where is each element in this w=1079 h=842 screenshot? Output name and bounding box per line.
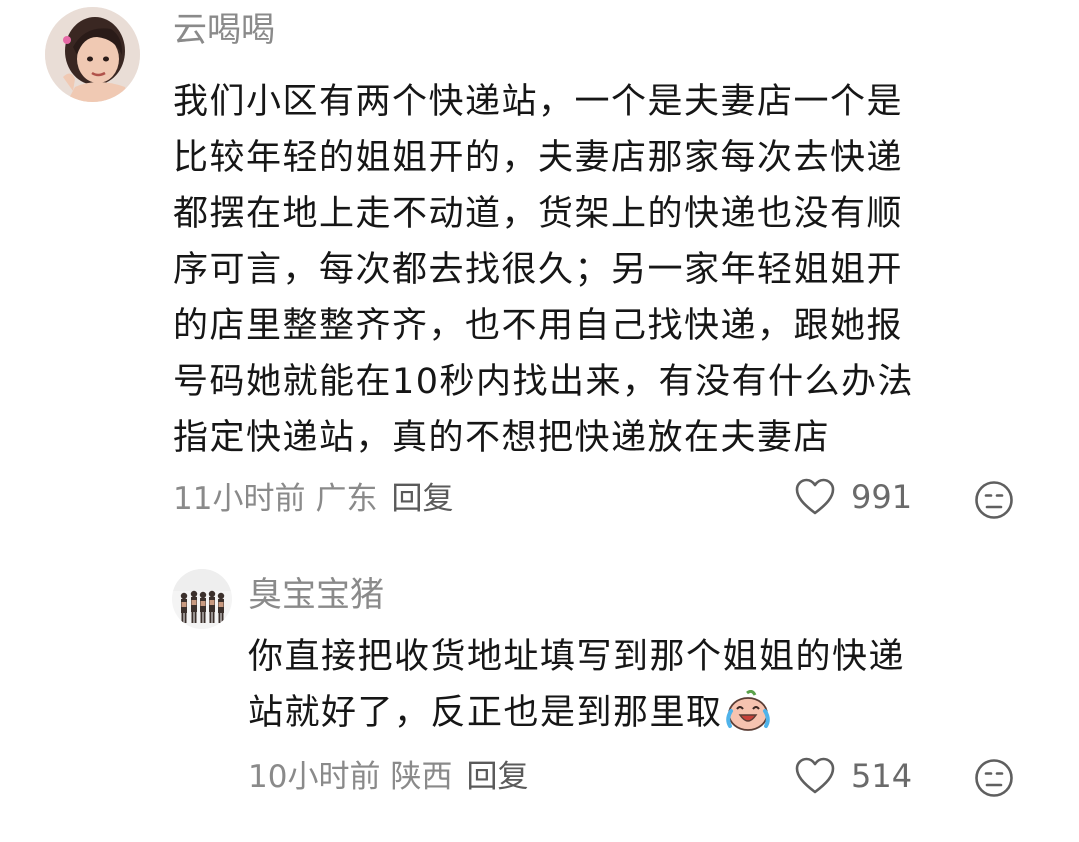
reply-button[interactable]: 回复 — [466, 759, 528, 795]
comment-time: 11小时前 — [173, 481, 306, 517]
username[interactable]: 臭宝宝猪 — [248, 575, 384, 615]
comment-line: 号码她就能在10秒内找出来，有没有什么办法 — [173, 362, 915, 402]
comment-thread: 云喝喝 我们小区有两个快递站，一个是夫妻店一个是 比较年轻的姐姐开的，夫妻店那家… — [0, 0, 1079, 842]
comment-location: 陕西 — [390, 759, 453, 795]
comment-location: 广东 — [315, 481, 378, 517]
frown-face-icon — [975, 759, 1013, 797]
user-avatar[interactable] — [172, 569, 232, 629]
comment-line: 序可言，每次都去找很久；另一家年轻姐姐开 — [173, 250, 904, 290]
laugh-cry-sticker-icon — [725, 690, 770, 731]
frown-face-icon — [975, 481, 1013, 519]
group-photo-avatar-icon — [172, 569, 232, 629]
comment-meta: 10小时前 陕西 回复 — [248, 757, 528, 797]
comment-line: 我们小区有两个快递站，一个是夫妻店一个是 — [173, 82, 904, 122]
like-count: 514 — [851, 757, 913, 795]
username[interactable]: 云喝喝 — [173, 10, 275, 50]
comment-line: 指定快递站，真的不想把快递放在夫妻店 — [173, 418, 831, 458]
comment-line: 的店里整整齐齐，也不用自己找快递，跟她报 — [173, 306, 904, 346]
heart-outline-icon — [795, 757, 835, 794]
dislike-button[interactable] — [974, 758, 1014, 798]
reply-button[interactable]: 回复 — [391, 481, 453, 517]
girl-avatar-icon — [45, 7, 140, 102]
reply-comment-item: 臭宝宝猪 你直接把收货地址填写到那个姐姐的快递 站就好了，反正也是到那里取 10… — [0, 560, 1079, 842]
comment-text[interactable]: 你直接把收货地址填写到那个姐姐的快递 站就好了，反正也是到那里取 — [248, 629, 905, 741]
comment-line-text: 站就好了，反正也是到那里取 — [248, 693, 723, 733]
comment-time: 10小时前 — [248, 759, 381, 795]
comment-line: 站就好了，反正也是到那里取 — [248, 685, 905, 741]
comment-line: 比较年轻的姐姐开的，夫妻店那家每次去快递 — [173, 138, 904, 178]
dislike-button[interactable] — [974, 480, 1014, 520]
comment-text[interactable]: 我们小区有两个快递站，一个是夫妻店一个是 比较年轻的姐姐开的，夫妻店那家每次去快… — [173, 74, 914, 466]
heart-outline-icon — [795, 478, 835, 515]
user-avatar[interactable] — [45, 7, 140, 102]
comment-line: 都摆在地上走不动道，货架上的快递也没有顺 — [173, 194, 904, 234]
comment-meta: 11小时前 广东 回复 — [173, 479, 453, 519]
comment-line: 你直接把收货地址填写到那个姐姐的快递 — [248, 637, 906, 677]
like-button[interactable]: 514 — [795, 757, 912, 795]
comment-item: 云喝喝 我们小区有两个快递站，一个是夫妻店一个是 比较年轻的姐姐开的，夫妻店那家… — [0, 0, 1079, 540]
like-count: 991 — [851, 478, 913, 516]
like-button[interactable]: 991 — [795, 478, 912, 516]
